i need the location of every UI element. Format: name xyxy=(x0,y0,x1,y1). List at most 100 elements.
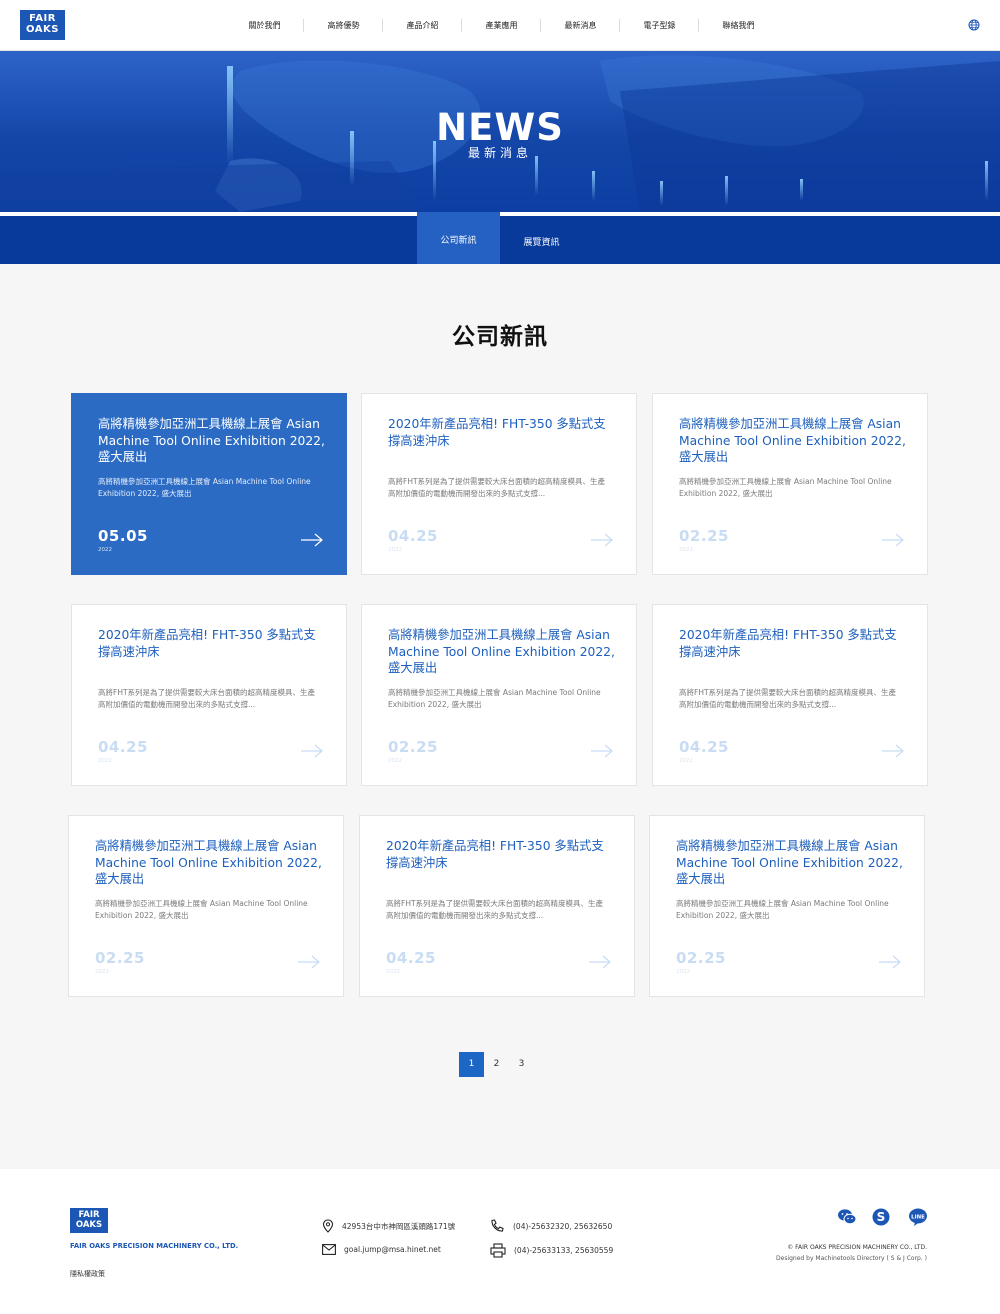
arrow-right-icon[interactable] xyxy=(300,744,324,758)
arrow-right-icon[interactable] xyxy=(590,744,614,758)
nav-news[interactable]: 最新消息 xyxy=(541,0,620,51)
arrow-right-icon[interactable] xyxy=(878,955,902,969)
site-header: FAIR OAKS 關於我們 高將優勢 產品介紹 產業應用 最新消息 電子型錄 聯… xyxy=(0,0,1000,51)
svg-text:S: S xyxy=(877,1210,886,1224)
news-card[interactable]: 高將精機參加亞洲工具機線上展會 Asian Machine Tool Onlin… xyxy=(649,815,925,997)
news-card-year: 2022 xyxy=(98,758,112,764)
news-card[interactable]: 2020年新產品亮相! FHT-350 多點式支撐高速沖床高將FHT系列是為了提… xyxy=(359,815,635,997)
arrow-right-icon[interactable] xyxy=(297,955,321,969)
news-card-excerpt: 高將精機參加亞洲工具機線上展會 Asian Machine Tool Onlin… xyxy=(95,899,308,920)
address-text: 42953台中市神岡區溪頭路171號 xyxy=(342,1221,456,1231)
location-pin-icon xyxy=(322,1219,334,1233)
news-card[interactable]: 2020年新產品亮相! FHT-350 多點式支撐高速沖床高將FHT系列是為了提… xyxy=(71,604,347,786)
mail-icon xyxy=(322,1244,336,1255)
footer-logo[interactable]: FAIR OAKS xyxy=(70,1208,108,1233)
banner-title: NEWS xyxy=(436,106,564,149)
news-banner: NEWS 最新消息 xyxy=(0,51,1000,212)
news-card-title: 高將精機參加亞洲工具機線上展會 Asian Machine Tool Onlin… xyxy=(95,839,322,886)
footer-email: goal.jump@msa.hinet.net xyxy=(322,1244,441,1255)
phone-icon xyxy=(491,1219,504,1232)
news-card[interactable]: 高將精機參加亞洲工具機線上展會 Asian Machine Tool Onlin… xyxy=(361,604,637,786)
news-card-date: 02.25 xyxy=(679,527,729,545)
news-card[interactable]: 2020年新產品亮相! FHT-350 多點式支撐高速沖床高將FHT系列是為了提… xyxy=(652,604,928,786)
news-card-date: 04.25 xyxy=(679,738,729,756)
nav-applications[interactable]: 產業應用 xyxy=(462,0,541,51)
footer-address: 42953台中市神岡區溪頭路171號 xyxy=(322,1219,455,1233)
arrow-right-icon[interactable] xyxy=(590,533,614,547)
news-card-year: 2022 xyxy=(679,758,693,764)
news-card-excerpt: 高將精機參加亞洲工具機線上展會 Asian Machine Tool Onlin… xyxy=(676,899,889,920)
nav-catalog[interactable]: 電子型錄 xyxy=(620,0,699,51)
globe-icon[interactable] xyxy=(968,19,980,31)
arrow-right-icon[interactable] xyxy=(881,744,905,758)
news-card-title: 2020年新產品亮相! FHT-350 多點式支撐高速沖床 xyxy=(386,839,604,870)
fax-text: (04)-25633133, 25630559 xyxy=(514,1246,614,1255)
footer-fax: (04)-25633133, 25630559 xyxy=(490,1243,613,1258)
pagination: 1 2 3 xyxy=(459,1052,534,1077)
line-icon[interactable]: LINE xyxy=(908,1207,928,1227)
copyright: © FAIR OAKS PRECISION MACHINERY CO., LTD… xyxy=(787,1244,927,1251)
phone-text: (04)-25632320, 25632650 xyxy=(513,1221,613,1231)
news-card-date: 02.25 xyxy=(95,949,145,967)
news-card-excerpt: 高將精機參加亞洲工具機線上展會 Asian Machine Tool Onlin… xyxy=(679,477,892,498)
news-card-excerpt: 高將精機參加亞洲工具機線上展會 Asian Machine Tool Onlin… xyxy=(388,688,601,709)
news-card-date: 02.25 xyxy=(388,738,438,756)
page-2-button[interactable]: 2 xyxy=(484,1052,509,1077)
news-card[interactable]: 高將精機參加亞洲工具機線上展會 Asian Machine Tool Onlin… xyxy=(71,393,347,575)
news-card-date: 05.05 xyxy=(98,527,148,545)
site-footer: FAIR OAKS FAIR OAKS PRECISION MACHINERY C… xyxy=(0,1169,1000,1314)
tab-company-news[interactable]: 公司新訊 xyxy=(417,212,500,268)
fax-icon xyxy=(490,1243,506,1258)
news-card-title: 2020年新產品亮相! FHT-350 多點式支撐高速沖床 xyxy=(679,628,897,659)
news-card-title: 2020年新產品亮相! FHT-350 多點式支撐高速沖床 xyxy=(388,417,606,448)
news-card-title: 2020年新產品亮相! FHT-350 多點式支撐高速沖床 xyxy=(98,628,316,659)
news-card-year: 2022 xyxy=(676,969,690,975)
news-card-year: 2022 xyxy=(98,547,112,553)
news-card-title: 高將精機參加亞洲工具機線上展會 Asian Machine Tool Onlin… xyxy=(676,839,903,886)
footer-phone: (04)-25632320, 25632650 xyxy=(490,1219,612,1233)
news-card[interactable]: 高將精機參加亞洲工具機線上展會 Asian Machine Tool Onlin… xyxy=(652,393,928,575)
news-card-excerpt: 高將FHT系列是為了提供需要較大床台面積的超高精度模具、生產高附加價值的電動機而… xyxy=(388,477,606,498)
brand-logo[interactable]: FAIR OAKS xyxy=(20,10,65,40)
news-card-excerpt: 高將FHT系列是為了提供需要較大床台面積的超高精度模具、生產高附加價值的電動機而… xyxy=(679,688,897,709)
news-card-title: 高將精機參加亞洲工具機線上展會 Asian Machine Tool Onlin… xyxy=(679,417,906,464)
footer-company-name: FAIR OAKS PRECISION MACHINERY CO., LTD. xyxy=(70,1242,239,1250)
arrow-right-icon[interactable] xyxy=(588,955,612,969)
tab-exhibition-info[interactable]: 展覽資訊 xyxy=(500,216,583,264)
news-card-excerpt: 高將FHT系列是為了提供需要較大床台面積的超高精度模具、生產高附加價值的電動機而… xyxy=(386,899,604,920)
news-card-excerpt: 高將精機參加亞洲工具機線上展會 Asian Machine Tool Onlin… xyxy=(98,477,311,498)
news-card-year: 2022 xyxy=(386,969,400,975)
nav-contact[interactable]: 聯絡我們 xyxy=(699,0,778,51)
news-card[interactable]: 2020年新產品亮相! FHT-350 多點式支撐高速沖床高將FHT系列是為了提… xyxy=(361,393,637,575)
news-card-excerpt: 高將FHT系列是為了提供需要較大床台面積的超高精度模具、生產高附加價值的電動機而… xyxy=(98,688,316,709)
arrow-right-icon[interactable] xyxy=(881,533,905,547)
news-card[interactable]: 高將精機參加亞洲工具機線上展會 Asian Machine Tool Onlin… xyxy=(68,815,344,997)
section-title: 公司新訊 xyxy=(452,324,548,350)
nav-about[interactable]: 關於我們 xyxy=(225,0,304,51)
nav-advantages[interactable]: 高將優勢 xyxy=(304,0,383,51)
news-card-title: 高將精機參加亞洲工具機線上展會 Asian Machine Tool Onlin… xyxy=(388,628,615,675)
wechat-icon[interactable] xyxy=(837,1207,857,1227)
news-card-date: 04.25 xyxy=(386,949,436,967)
email-link[interactable]: goal.jump@msa.hinet.net xyxy=(344,1245,441,1254)
main-nav: 關於我們 高將優勢 產品介紹 產業應用 最新消息 電子型錄 聯絡我們 xyxy=(225,0,778,51)
news-card-date: 04.25 xyxy=(388,527,438,545)
skype-icon[interactable]: S xyxy=(871,1207,891,1227)
news-card-year: 2022 xyxy=(95,969,109,975)
news-card-year: 2022 xyxy=(679,547,693,553)
news-card-year: 2022 xyxy=(388,547,402,553)
nav-products[interactable]: 產品介紹 xyxy=(383,0,462,51)
news-main: 公司新訊 高將精機參加亞洲工具機線上展會 Asian Machine Tool … xyxy=(0,264,1000,1169)
news-card-date: 04.25 xyxy=(98,738,148,756)
arrow-right-icon[interactable] xyxy=(300,533,324,547)
news-card-year: 2022 xyxy=(388,758,402,764)
news-subnav: 公司新訊 展覽資訊 xyxy=(0,212,1000,268)
page-1-button[interactable]: 1 xyxy=(459,1052,484,1077)
news-card-title: 高將精機參加亞洲工具機線上展會 Asian Machine Tool Onlin… xyxy=(98,417,325,464)
line-icon-label: LINE xyxy=(911,1214,925,1220)
designer-credit[interactable]: Designed by Machinetools Directory ( S &… xyxy=(776,1255,927,1262)
privacy-policy-link[interactable]: 隱私權政策 xyxy=(70,1269,105,1279)
page-3-button[interactable]: 3 xyxy=(509,1052,534,1077)
banner-subtitle: 最新消息 xyxy=(467,146,532,160)
news-card-date: 02.25 xyxy=(676,949,726,967)
